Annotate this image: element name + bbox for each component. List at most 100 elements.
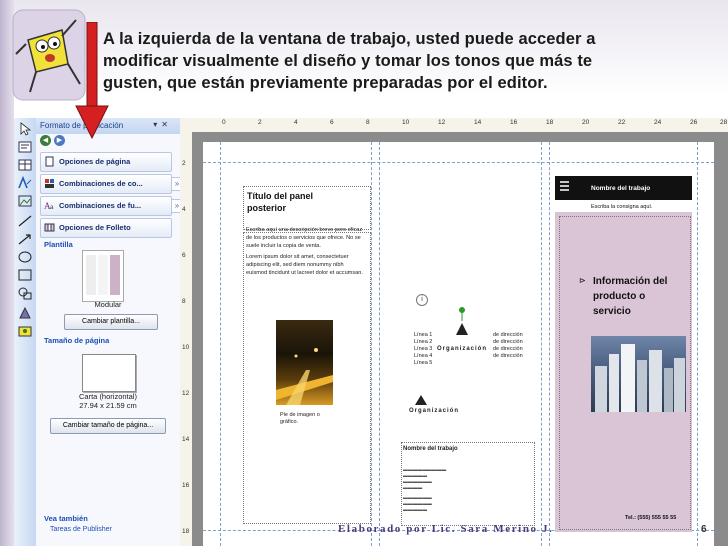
pane-item-brochure-options[interactable]: Opciones de Folleto xyxy=(40,218,172,238)
back-icon[interactable]: ◀ xyxy=(40,135,51,146)
header-line-3: gusten, que están previamente preparadas… xyxy=(103,74,548,92)
ruler-mark: 16 xyxy=(182,482,190,489)
ruler-mark: 6 xyxy=(182,252,186,259)
brochure-page[interactable]: Título del panel posterior Escriba aquí … xyxy=(203,142,714,546)
ruler-mark: 10 xyxy=(182,344,190,351)
address-line: Línea 5 xyxy=(414,360,433,366)
template-thumbnail[interactable] xyxy=(82,250,124,302)
ruler-mark: 16 xyxy=(510,119,518,126)
pane-item-font-schemes[interactable]: Aa Combinaciones de fu... » xyxy=(40,196,183,216)
header-line-1: A la izquierda de la ventana de trabajo,… xyxy=(103,30,596,48)
horizontal-ruler[interactable]: 0 2 4 6 8 10 12 14 16 18 20 22 24 26 28 xyxy=(180,118,728,133)
oval-tool-icon[interactable] xyxy=(17,250,33,264)
info-icon[interactable]: i xyxy=(416,294,428,306)
address-line: de dirección xyxy=(493,353,523,359)
publisher-window: Formato de publicación ▾✕ ◀ ▶ Opciones d… xyxy=(14,118,728,546)
text-flow-marker-icon[interactable]: ⊳ xyxy=(579,276,586,285)
insert-picture-icon[interactable] xyxy=(17,324,33,338)
pane-item-label: Combinaciones de fu... xyxy=(59,201,142,210)
picture-tool-icon[interactable] xyxy=(17,194,33,208)
page-size-thumbnail[interactable] xyxy=(82,354,136,392)
night-road-graphic xyxy=(276,348,333,405)
ruler-mark: 22 xyxy=(618,119,626,126)
author-credit: Elaborado por Lic. Sara Merino J. xyxy=(338,523,554,535)
arrow-tool-icon[interactable] xyxy=(17,232,33,246)
red-arrow-icon xyxy=(75,22,109,140)
address-line: Línea 4 xyxy=(414,353,433,359)
brochure-options-icon xyxy=(44,223,55,232)
design-gallery-icon[interactable] xyxy=(17,306,33,320)
organization-label[interactable]: Organización xyxy=(409,408,459,414)
product-info-heading-line: producto o xyxy=(593,291,646,302)
panel-body-paragraph-2: Lorem ipsum dolor sit amet, consectetuer… xyxy=(246,254,363,276)
page-size-section-heading: Tamaño de página xyxy=(44,336,110,345)
ruler-mark: 18 xyxy=(182,528,190,535)
slide-header-text: A la izquierda de la ventana de trabajo,… xyxy=(103,28,703,94)
address-line: de dirección xyxy=(493,339,523,345)
panel-title[interactable]: Título del panel posterior xyxy=(247,190,313,214)
job-detail-lines: ▬▬▬▬▬▬▬▬▬ ▬▬▬▬▬ ▬▬▬▬▬▬ ▬▬▬▬ ▬▬▬▬▬▬ ▬▬▬▬▬▬ ▬▬▬… xyxy=(403,468,447,513)
text-box-tool-icon[interactable] xyxy=(17,140,33,154)
header-line-2: modificar visualmente el diseño y tomar … xyxy=(103,52,593,70)
template-thumb-panel-2 xyxy=(98,255,108,295)
ruler-mark: 20 xyxy=(582,119,590,126)
org-address-lines[interactable]: Línea 1 Línea 2 Línea 3 Línea 4 Línea 5 xyxy=(414,332,432,367)
right-panel-header-label: Nombre del trabajo xyxy=(591,185,651,192)
rectangle-tool-icon[interactable] xyxy=(17,268,33,282)
product-info-heading-line: servicio xyxy=(593,306,631,317)
telephone-text[interactable]: Tel.: (555) 555 55 55 xyxy=(625,515,676,521)
photo-caption[interactable]: Pie de imagen o gráfico. xyxy=(280,412,330,426)
page-size-name: Carta (horizontal) xyxy=(79,392,137,401)
ruler-mark: 28 xyxy=(720,119,728,126)
address-line: Línea 2 xyxy=(414,339,433,345)
autoshapes-tool-icon[interactable] xyxy=(17,286,33,300)
ruler-mark: 26 xyxy=(690,119,698,126)
template-name: Modular xyxy=(94,300,122,309)
publisher-tasks-link[interactable]: Tareas de Publisher xyxy=(50,526,112,533)
pane-item-label: Opciones de página xyxy=(59,157,131,166)
ruler-mark: 24 xyxy=(654,119,662,126)
task-pane-controls[interactable]: ▾✕ xyxy=(153,120,172,129)
job-name-title[interactable]: Nombre del trabajo xyxy=(403,446,458,452)
address-line: de dirección xyxy=(493,346,523,352)
page-size-dimensions: 27.94 x 21.59 cm xyxy=(79,401,137,410)
panel-title-line-2: posterior xyxy=(247,203,287,213)
pane-item-color-schemes[interactable]: Combinaciones de co... » xyxy=(40,174,183,194)
change-template-button[interactable]: Cambiar plantilla... xyxy=(64,314,158,330)
column-guide xyxy=(541,142,542,546)
panel-body-text[interactable]: Escriba aquí una descripción breve pero … xyxy=(246,227,364,278)
panel-title-line-1: Título del panel xyxy=(247,191,314,201)
column-guide xyxy=(371,142,372,546)
template-thumb-panel-1 xyxy=(86,255,96,295)
ruler-mark: 10 xyxy=(402,119,410,126)
select-tool-icon[interactable] xyxy=(17,122,33,136)
column-guide xyxy=(549,142,550,546)
right-panel-subheader[interactable]: Escriba la consigna aquí. xyxy=(591,204,652,210)
margin-guide xyxy=(220,142,221,546)
city-skyline-graphic xyxy=(595,344,685,412)
pane-item-label: Combinaciones de co... xyxy=(59,179,143,188)
see-also-heading: Vea también xyxy=(44,514,88,523)
org-address-lines-right[interactable]: de dirección de dirección de dirección d… xyxy=(493,332,523,360)
pane-item-label: Opciones de Folleto xyxy=(59,223,131,232)
selection-handle-icon[interactable] xyxy=(455,307,469,347)
product-info-heading-line: Información del xyxy=(593,276,668,287)
change-page-size-button[interactable]: Cambiar tamaño de página... xyxy=(50,418,166,434)
forward-icon[interactable]: ▶ xyxy=(54,135,65,146)
wordart-tool-icon[interactable] xyxy=(17,176,33,190)
ruler-mark: 14 xyxy=(182,436,190,443)
document-work-area[interactable]: Título del panel posterior Escriba aquí … xyxy=(192,132,728,546)
city-skyline-photo[interactable] xyxy=(591,336,686,412)
table-tool-icon[interactable] xyxy=(17,158,33,172)
product-info-heading[interactable]: Información del producto o servicio xyxy=(593,274,667,319)
template-section-heading: Plantilla xyxy=(44,240,73,249)
pane-item-page-options[interactable]: Opciones de página xyxy=(40,152,172,172)
panel-body-paragraph-1: Escriba aquí una descripción breve pero … xyxy=(246,227,363,249)
line-tool-icon[interactable] xyxy=(17,214,33,228)
night-road-photo[interactable] xyxy=(276,320,333,405)
slide-page-number: 6 xyxy=(701,524,707,535)
template-thumb-panel-3 xyxy=(110,255,120,295)
organization-label[interactable]: Organización xyxy=(437,346,487,352)
ruler-mark: 4 xyxy=(182,206,186,213)
objects-toolbar xyxy=(14,118,37,546)
